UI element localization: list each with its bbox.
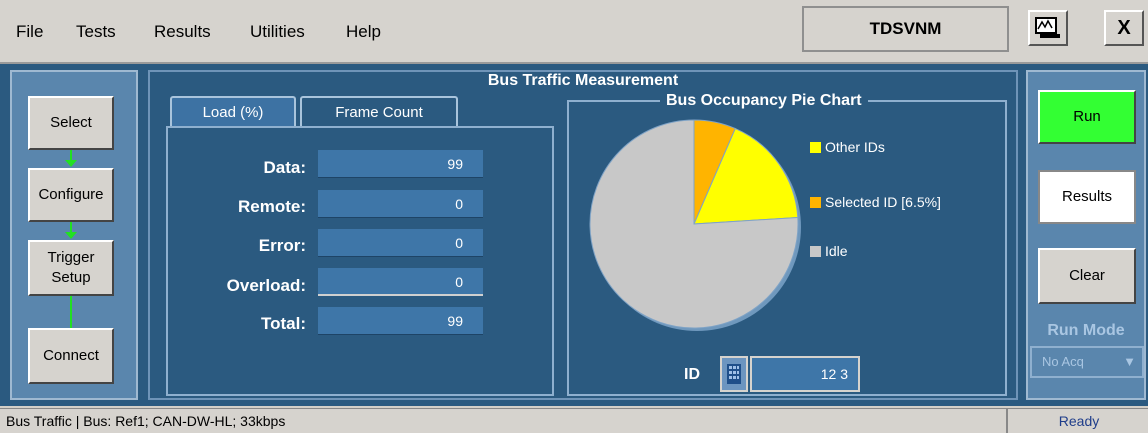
legend-selected-id: Selected ID [6.5%] xyxy=(810,194,941,210)
flow-line xyxy=(70,296,72,328)
legend-label: Other IDs xyxy=(825,139,885,155)
close-button[interactable]: X xyxy=(1104,10,1144,46)
status-ready: Ready xyxy=(1006,409,1148,433)
legend-other-ids: Other IDs xyxy=(810,139,885,155)
pie-chart-title: Bus Occupancy Pie Chart xyxy=(660,92,868,110)
status-text: Bus Traffic | Bus: Ref1; CAN-DW-HL; 33kb… xyxy=(6,413,286,429)
menu-help[interactable]: Help xyxy=(346,22,381,42)
row-label-data: Data: xyxy=(263,158,306,177)
keypad-icon xyxy=(727,364,741,384)
results-button[interactable]: Results xyxy=(1038,170,1136,224)
legend-idle: Idle xyxy=(810,243,848,259)
legend-label: Selected ID [6.5%] xyxy=(825,194,941,210)
trigger-setup-button[interactable]: Trigger Setup xyxy=(28,240,114,296)
run-mode-value: No Acq xyxy=(1042,354,1084,369)
row-label-overload: Overload: xyxy=(226,276,306,295)
legend-swatch-gray xyxy=(810,245,821,257)
workflow-panel: Select Configure Trigger Setup Connect xyxy=(10,70,138,400)
chevron-down-icon: ▼ xyxy=(1123,354,1136,369)
id-label: ID xyxy=(684,366,700,383)
tab-frame-count[interactable]: Frame Count xyxy=(300,96,458,126)
bus-occupancy-pie-chart xyxy=(589,119,801,331)
run-button[interactable]: Run xyxy=(1038,90,1136,144)
status-bar: Bus Traffic | Bus: Ref1; CAN-DW-HL; 33kb… xyxy=(0,408,1148,433)
panel-title: Bus Traffic Measurement xyxy=(487,72,679,89)
flow-arrow-head xyxy=(65,232,77,239)
menu-utilities[interactable]: Utilities xyxy=(250,22,305,42)
connect-button[interactable]: Connect xyxy=(28,328,114,384)
row-label-total: Total: xyxy=(260,314,306,333)
trigger-setup-line1: Trigger xyxy=(47,249,95,266)
menu-bar: File Tests Results Utilities Help TDSVNM… xyxy=(0,0,1148,64)
trigger-setup-line2: Setup xyxy=(51,269,91,286)
scope-window-icon xyxy=(1035,17,1060,38)
tab-load[interactable]: Load (%) xyxy=(170,96,296,126)
keypad-button[interactable] xyxy=(720,356,748,392)
clear-button[interactable]: Clear xyxy=(1038,248,1136,304)
legend-swatch-yellow xyxy=(810,141,821,153)
menu-file[interactable]: File xyxy=(16,22,43,42)
control-panel: Run Results Clear Run Mode No Acq ▼ xyxy=(1026,70,1146,400)
legend-swatch-orange xyxy=(810,196,821,208)
select-button[interactable]: Select xyxy=(28,96,114,150)
legend-label: Idle xyxy=(825,243,848,259)
menu-results[interactable]: Results xyxy=(154,22,211,42)
row-label-remote: Remote: xyxy=(237,197,306,216)
row-label-error: Error: xyxy=(258,236,306,255)
value-remote: 0 xyxy=(318,190,483,218)
value-total: 99 xyxy=(318,307,483,335)
configure-button[interactable]: Configure xyxy=(28,168,114,222)
run-mode-dropdown[interactable]: No Acq ▼ xyxy=(1030,346,1144,378)
run-mode-label: Run Mode xyxy=(1047,322,1125,339)
value-overload: 0 xyxy=(318,268,483,296)
flow-arrow-head xyxy=(65,160,77,167)
value-data: 99 xyxy=(318,150,483,178)
menu-tests[interactable]: Tests xyxy=(76,22,116,42)
app-title: TDSVNM xyxy=(802,6,1009,52)
value-error: 0 xyxy=(318,229,483,257)
id-input[interactable]: 12 3 xyxy=(750,356,860,392)
minimize-button[interactable] xyxy=(1028,10,1068,46)
